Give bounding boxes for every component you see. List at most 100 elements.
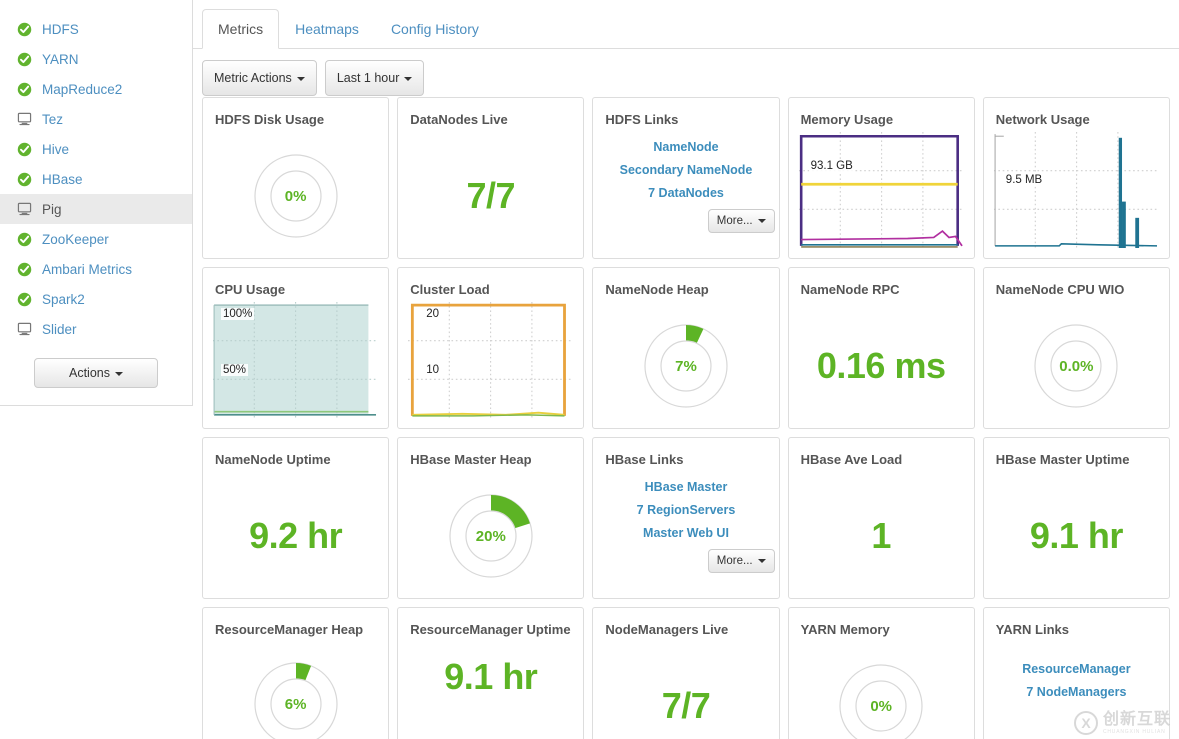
more-button[interactable]: More... <box>707 209 775 233</box>
status-ok-icon <box>16 81 32 97</box>
tab-metrics[interactable]: Metrics <box>202 9 280 49</box>
widget-title: DataNodes Live <box>410 112 508 127</box>
chart-axis-label: 9.5 MB <box>1003 174 1045 186</box>
link-item[interactable]: NameNode <box>653 136 718 159</box>
time-range-button[interactable]: Last 1 hour <box>324 60 425 96</box>
widget-nodemanagers-live: NodeManagers Live 7/7 <box>592 607 780 739</box>
widget-cpu-usage: CPU Usage 100% 50% <box>202 267 390 429</box>
actions-button[interactable]: Actions <box>34 358 158 388</box>
widget-network-usage: Network Usage 9.5 MB <box>982 97 1170 259</box>
sidebar-item-yarn[interactable]: YARN <box>0 44 192 74</box>
more-button-wrap: More... <box>593 549 778 573</box>
widget-cluster-load: Cluster Load 20 10 <box>397 267 585 429</box>
widget-body: 9.2 hr <box>203 474 388 598</box>
widget-body: 100% 50% <box>203 302 388 428</box>
status-ok-icon <box>16 291 32 307</box>
widget-namenode-heap: NameNode Heap 7% <box>592 267 780 429</box>
gauge-chart: 20% <box>445 490 537 582</box>
status-ok-icon <box>16 231 32 247</box>
gauge-value-label: 6% <box>284 695 307 713</box>
metric-value: 1 <box>871 515 891 556</box>
widget-title: HBase Master Uptime <box>995 452 1130 467</box>
status-ok-icon <box>17 232 31 246</box>
sidebar-item-label: Slider <box>42 321 77 337</box>
tab-heatmaps[interactable]: Heatmaps <box>279 9 375 49</box>
widget-body: ResourceManager 7 NodeManagers <box>984 644 1169 739</box>
actions-button-label: Actions <box>69 366 110 380</box>
link-item[interactable]: HBase Master <box>645 476 728 499</box>
widget-title: HDFS Links <box>605 112 679 127</box>
chevron-down-icon <box>404 76 413 81</box>
status-ok-icon <box>17 142 31 156</box>
chart-axis-label: 10 <box>424 364 441 376</box>
status-ok-icon <box>17 82 31 96</box>
sidebar-item-hdfs[interactable]: HDFS <box>0 14 192 44</box>
widget-title: NameNode Heap <box>605 282 709 297</box>
sidebar-item-hbase[interactable]: HBase <box>0 164 192 194</box>
more-button-label: More... <box>716 215 753 227</box>
chart-canvas: 93.1 GB <box>798 132 964 248</box>
sidebar-item-ambari-metrics[interactable]: Ambari Metrics <box>0 254 192 284</box>
links-list: ResourceManager 7 NodeManagers <box>984 644 1169 704</box>
main-content: Metrics Heatmaps Config History Metric Act… <box>193 0 1179 739</box>
link-item[interactable]: 7 NodeManagers <box>1026 681 1126 704</box>
widget-hbase-master-heap: HBase Master Heap 20% <box>397 437 585 599</box>
sidebar-actions-area: Actions <box>0 344 192 388</box>
widget-hbase-master-uptime: HBase Master Uptime 9.1 hr <box>982 437 1170 599</box>
tab-config-history[interactable]: Config History <box>375 9 495 49</box>
widget-resourcemanager-heap: ResourceManager Heap 6% <box>202 607 390 739</box>
widget-body: NameNode Secondary NameNode 7 DataNodes Mor… <box>593 134 778 258</box>
widget-title: Network Usage <box>995 112 1090 127</box>
metric-value: 9.2 hr <box>249 515 343 556</box>
more-button[interactable]: More... <box>707 549 775 573</box>
widget-title: NameNode RPC <box>800 282 900 297</box>
sidebar-item-slider[interactable]: Slider <box>0 314 192 344</box>
sidebar-item-label: MapReduce2 <box>42 81 123 97</box>
link-item[interactable]: Master Web UI <box>643 522 729 545</box>
gauge-value-label: 0.0% <box>1059 357 1094 375</box>
time-range-label: Last 1 hour <box>336 71 400 85</box>
client-monitor-icon <box>16 201 32 217</box>
link-item[interactable]: 7 RegionServers <box>637 499 736 522</box>
gauge-value-label: 0% <box>870 697 893 715</box>
metric-value: 0.16 ms <box>816 345 946 386</box>
chevron-down-icon <box>757 218 766 223</box>
more-button-wrap: More... <box>593 209 778 233</box>
widget-title: CPU Usage <box>215 282 286 297</box>
widget-body: 9.5 MB <box>984 132 1169 258</box>
widget-body: 9.1 hr <box>398 658 583 739</box>
widget-title: HBase Ave Load <box>800 452 903 467</box>
sidebar-item-tez[interactable]: Tez <box>0 104 192 134</box>
sidebar-item-spark2[interactable]: Spark2 <box>0 284 192 314</box>
widget-title: ResourceManager Heap <box>215 622 364 637</box>
sidebar-item-label: HBase <box>42 171 83 187</box>
sidebar-item-mapreduce2[interactable]: MapReduce2 <box>0 74 192 104</box>
sidebar-item-label: Pig <box>42 201 62 217</box>
client-monitor-icon <box>17 322 31 336</box>
metric-actions-button[interactable]: Metric Actions <box>202 60 317 96</box>
widget-body: 7/7 <box>593 644 778 739</box>
link-item[interactable]: ResourceManager <box>1022 658 1130 681</box>
metric-value: 9.1 hr <box>1029 515 1124 556</box>
widget-body: 20% <box>398 474 583 598</box>
sidebar-item-pig[interactable]: Pig <box>0 194 192 224</box>
chart-axis-label: 20 <box>424 308 441 320</box>
status-ok-icon <box>17 172 31 186</box>
sidebar-item-label: HDFS <box>42 21 79 37</box>
widget-namenode-uptime: NameNode Uptime 9.2 hr <box>202 437 390 599</box>
link-item[interactable]: 7 DataNodes <box>648 182 724 205</box>
gauge-value-label: 7% <box>675 357 697 375</box>
sidebar-item-zookeeper[interactable]: ZooKeeper <box>0 224 192 254</box>
widget-yarn-memory: YARN Memory 0% <box>787 607 975 739</box>
status-ok-icon <box>16 141 32 157</box>
chevron-down-icon <box>115 371 123 376</box>
link-item[interactable]: Secondary NameNode <box>620 159 753 182</box>
gauge-chart: 0% <box>835 660 927 739</box>
gauge-chart: 0% <box>250 150 342 242</box>
sidebar-item-hive[interactable]: Hive <box>0 134 192 164</box>
widget-grid: HDFS Disk Usage 0% DataNodes Live 7/7 HDFS L… <box>193 97 1179 739</box>
gauge-value-label: 0% <box>284 187 307 205</box>
widget-title: HBase Master Heap <box>410 452 532 467</box>
widget-body: 93.1 GB <box>789 132 974 258</box>
chart-axis-label: 93.1 GB <box>808 160 855 172</box>
